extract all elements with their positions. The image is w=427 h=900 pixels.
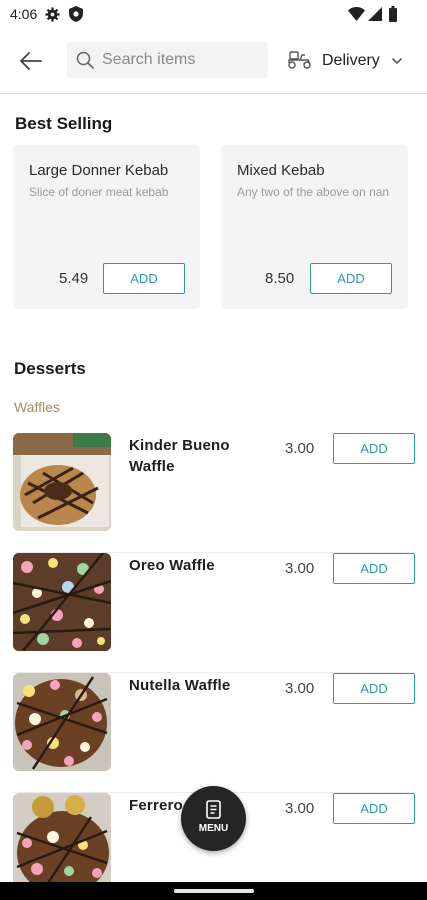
desserts-title: Desserts <box>14 359 86 378</box>
add-button[interactable]: ADD <box>103 263 185 294</box>
list-item[interactable]: Nutella Waffle 3.00 ADD <box>13 673 415 793</box>
add-button[interactable]: ADD <box>333 673 415 704</box>
back-arrow-icon[interactable] <box>16 46 46 76</box>
best-selling-title: Best Selling <box>15 114 113 133</box>
item-price: 5.49 <box>59 270 89 287</box>
subcategory-label: Waffles <box>14 399 60 415</box>
item-price: 3.00 <box>285 440 315 457</box>
waffle-photo <box>13 673 111 771</box>
gear-icon <box>45 7 60 22</box>
scooter-icon <box>288 51 311 69</box>
item-name: Kinder Bueno Waffle <box>129 437 230 475</box>
signal-icon <box>368 7 382 21</box>
item-description: Slice of doner meat kebab <box>29 185 169 199</box>
search-icon <box>76 51 94 69</box>
waffle-photo <box>13 553 111 651</box>
menu-label: MENU <box>198 823 229 834</box>
app-header: Delivery <box>0 32 427 94</box>
list-item[interactable]: Oreo Waffle 3.00 ADD <box>13 553 415 673</box>
system-nav-bar <box>0 882 427 900</box>
list-item[interactable]: Kinder Bueno Waffle 3.00 ADD <box>13 433 415 553</box>
chevron-down-icon <box>392 58 402 64</box>
item-name: Nutella Waffle <box>129 677 231 694</box>
status-bar: 4:06 <box>0 0 427 30</box>
home-indicator[interactable] <box>174 889 254 893</box>
item-description: Any two of the above on nan <box>237 185 390 199</box>
best-selling-card[interactable]: Large Donner Kebab Slice of doner meat k… <box>13 145 200 309</box>
wifi-icon <box>348 7 365 21</box>
add-button[interactable]: ADD <box>310 263 392 294</box>
order-mode-dropdown[interactable]: Delivery <box>287 46 417 76</box>
battery-icon <box>389 6 397 22</box>
search-box[interactable] <box>67 42 268 78</box>
item-price: 8.50 <box>265 270 295 287</box>
add-button[interactable]: ADD <box>333 553 415 584</box>
item-price: 3.00 <box>285 680 315 697</box>
item-price: 3.00 <box>285 800 315 817</box>
add-button[interactable]: ADD <box>333 433 415 464</box>
status-time: 4:06 <box>10 6 38 22</box>
best-selling-card[interactable]: Mixed Kebab Any two of the above on nan … <box>221 145 408 309</box>
item-name: Mixed Kebab <box>237 162 325 179</box>
document-icon <box>206 800 221 819</box>
item-price: 3.00 <box>285 560 315 577</box>
item-name: Large Donner Kebab <box>29 162 169 179</box>
waffle-photo <box>13 793 111 891</box>
menu-button[interactable]: MENU <box>181 786 246 851</box>
item-name: Oreo Waffle <box>129 557 215 574</box>
order-mode-label: Delivery <box>322 52 380 69</box>
waffle-photo <box>13 433 111 531</box>
add-button[interactable]: ADD <box>333 793 415 824</box>
search-input[interactable] <box>102 42 262 78</box>
shield-icon <box>69 6 83 22</box>
